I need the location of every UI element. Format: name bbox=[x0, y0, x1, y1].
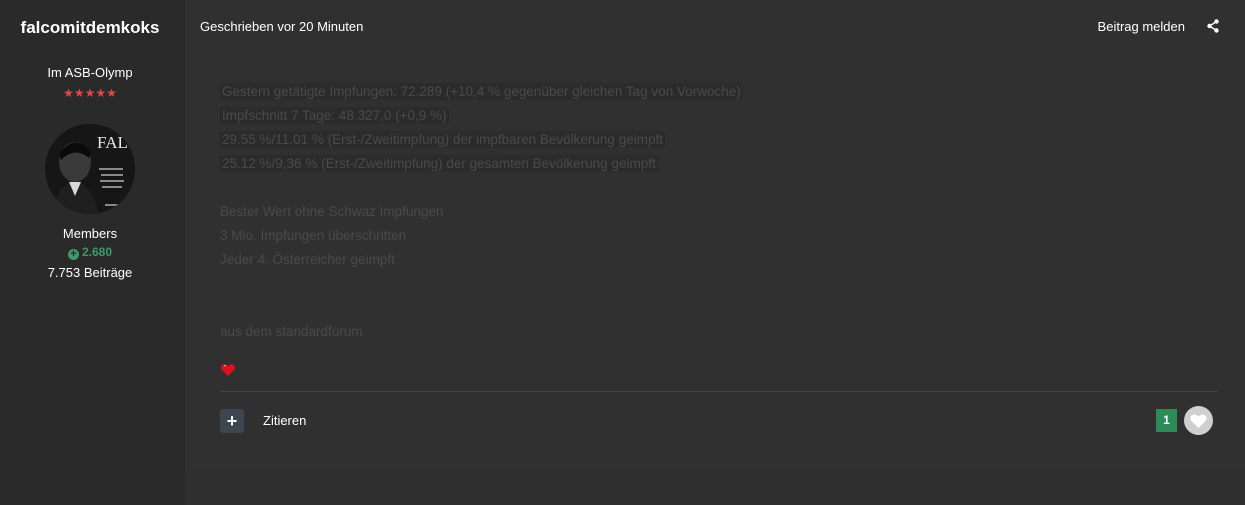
member-group: Members bbox=[62, 226, 118, 241]
plus-icon: + bbox=[226, 411, 238, 431]
divider bbox=[220, 391, 1218, 392]
next-post-edge bbox=[185, 470, 1245, 505]
author-username[interactable]: falcomitdemkoks bbox=[10, 17, 170, 38]
post-timestamp[interactable]: Geschrieben vor 20 Minuten bbox=[200, 19, 363, 34]
post-container: Geschrieben vor 20 Minuten Beitrag melde… bbox=[185, 0, 1245, 470]
post-line: Jeder 4. Österreicher geimpft bbox=[220, 252, 395, 267]
post-line: Impfschnitt 7 Tage: 48.327,0 (+0,9 %) bbox=[220, 107, 449, 124]
avatar[interactable]: FALCO bbox=[45, 124, 135, 214]
author-sidebar: falcomitdemkoks Im ASB-Olymp ★★★★★ FALCO… bbox=[0, 0, 185, 505]
like-button[interactable] bbox=[1184, 406, 1213, 435]
post-line: 3 Mio. Impfungen überschritten bbox=[220, 228, 407, 243]
share-icon[interactable] bbox=[1207, 19, 1219, 33]
heart-icon bbox=[221, 364, 235, 376]
post-line: 25.12 %/9,36 % (Erst-/Zweitimpfung) der … bbox=[220, 155, 658, 172]
post-line: Bester Wert ohne Schwaz Impfungen bbox=[220, 204, 444, 219]
post-content: Gestern getätigte Impfungen: 72.289 (+10… bbox=[220, 80, 1120, 344]
like-count[interactable]: 1 bbox=[1156, 409, 1177, 432]
heart-icon bbox=[1190, 414, 1207, 428]
post-line: Gestern getätigte Impfungen: 72.289 (+10… bbox=[220, 83, 743, 100]
post-count: 7.753 Beiträge bbox=[47, 265, 133, 280]
post-line: 29.55 %/11.01 % (Erst-/Zweitimpfung) der… bbox=[220, 131, 665, 148]
reputation: +2.680 bbox=[0, 245, 180, 260]
post-line: aus dem standardforum bbox=[220, 324, 363, 339]
report-link[interactable]: Beitrag melden bbox=[1098, 19, 1185, 34]
reputation-value: 2.680 bbox=[81, 245, 113, 259]
author-title: Im ASB-Olymp bbox=[47, 65, 133, 80]
rank-stars: ★★★★★ bbox=[63, 86, 117, 100]
plus-circle-icon: + bbox=[67, 249, 79, 260]
quote-button[interactable]: Zitieren bbox=[263, 413, 306, 428]
avatar-logo-text: FALCO bbox=[97, 133, 135, 152]
multiquote-button[interactable]: + bbox=[220, 409, 244, 433]
